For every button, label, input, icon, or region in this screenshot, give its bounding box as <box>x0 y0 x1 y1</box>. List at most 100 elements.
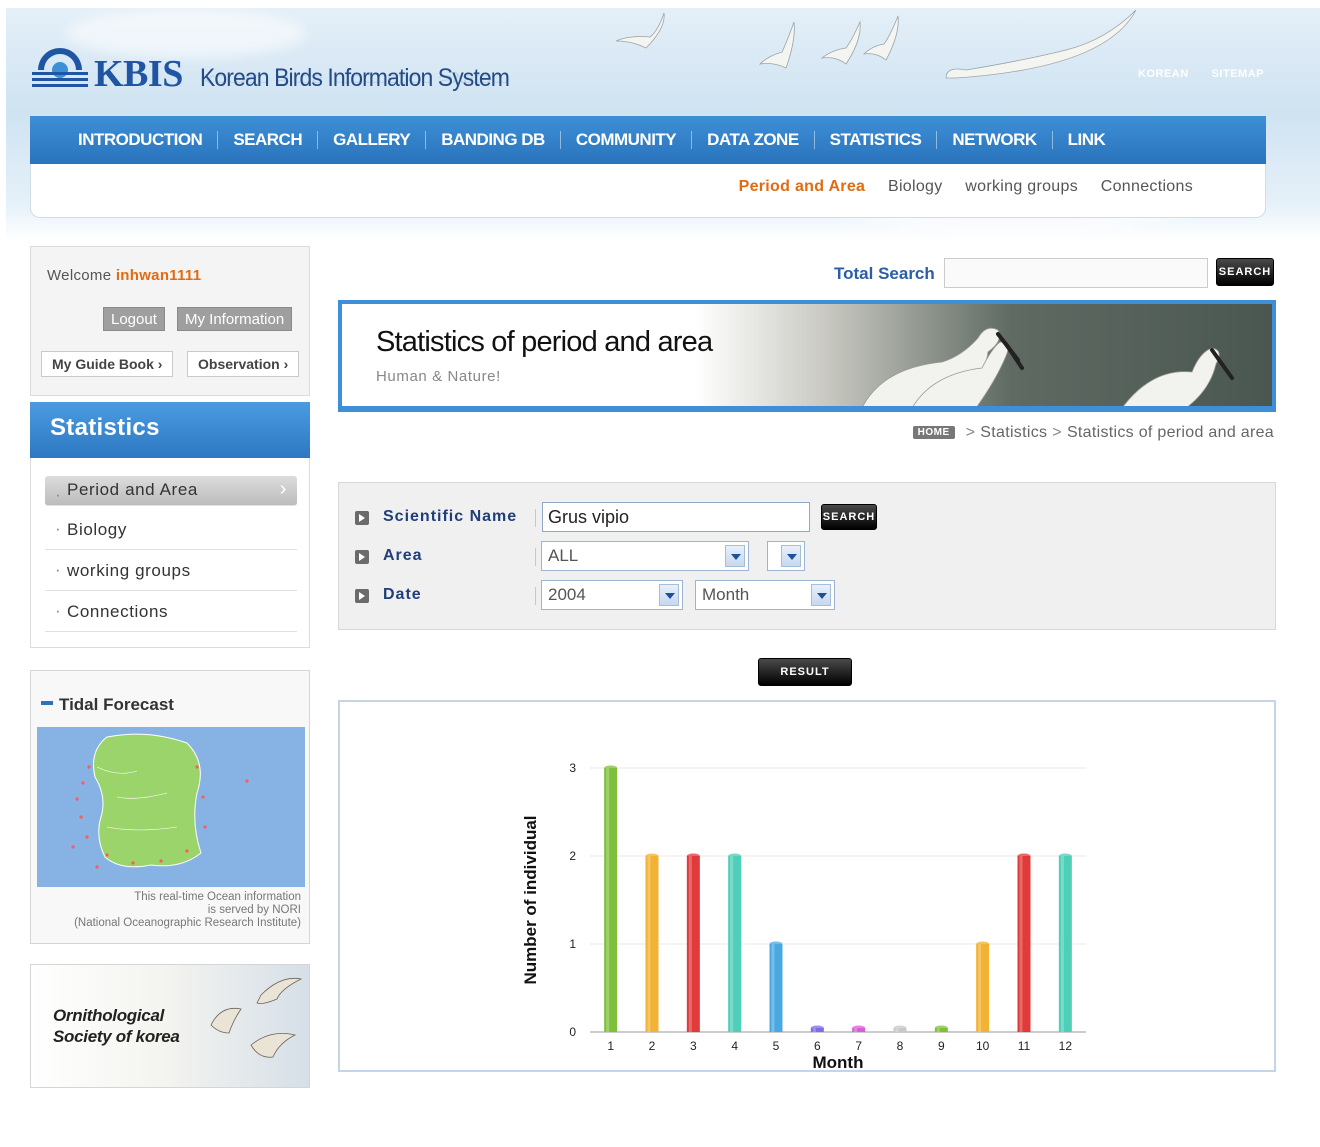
chart-bar-cap <box>893 1025 907 1031</box>
chart-bar-cap <box>1017 853 1031 859</box>
site-header: KBIS Korean Birds Information System Kor… <box>6 8 1320 240</box>
chart-bar-cap <box>976 941 990 947</box>
x-axis-title: Month <box>813 1053 864 1070</box>
subnav-connections[interactable]: Connections <box>1101 178 1193 195</box>
subnav-period-and-area[interactable]: Period and Area <box>739 178 866 195</box>
x-tick-label: 8 <box>897 1039 904 1053</box>
breadcrumb-home[interactable]: HOME <box>912 426 955 439</box>
crane-illustration <box>210 977 303 1058</box>
logo-title[interactable]: KBIS <box>94 52 183 96</box>
chart-bar <box>645 856 659 1032</box>
x-tick-label: 4 <box>731 1039 738 1053</box>
result-button[interactable]: RESULT <box>758 658 852 686</box>
korean-link[interactable]: KOREAN <box>1129 68 1189 80</box>
total-search-button[interactable]: SEARCH <box>1216 258 1274 286</box>
statistics-bar-chart: 01231 2 3 4 5 6 7 8 9 10 11 12MonthNumber of indivi… <box>521 761 1086 1070</box>
period-select[interactable]: Month <box>695 580 835 610</box>
area-select[interactable]: ALL <box>541 541 749 571</box>
chevron-down-icon[interactable] <box>811 584 831 606</box>
chevron-down-icon[interactable] <box>725 545 745 567</box>
chart-bar-highlight <box>812 1028 816 1032</box>
sidebar-item-biology[interactable]: Biology <box>45 510 297 550</box>
area-sub-select[interactable] <box>767 541 805 571</box>
sub-navigation: Period and Area Biology working groups C… <box>30 164 1266 218</box>
bullet-icon <box>355 589 369 603</box>
chart-bar-highlight <box>1060 856 1064 1032</box>
x-tick-label: 3 <box>690 1039 697 1053</box>
scientific-name-search-button[interactable]: SEARCH <box>821 504 877 530</box>
chart-bar-cap <box>852 1025 866 1031</box>
korea-map-image[interactable] <box>37 727 305 887</box>
nav-search[interactable]: SEARCH <box>218 131 319 149</box>
logout-button[interactable]: Logout <box>103 307 165 331</box>
nav-community[interactable]: COMMUNITY <box>561 131 693 149</box>
chevron-down-icon[interactable] <box>781 545 801 567</box>
divider <box>535 548 536 566</box>
sidebar-item-period-and-area[interactable]: Period and Area <box>45 476 297 506</box>
sitemap-link[interactable]: SITEMAP <box>1202 68 1264 80</box>
my-guide-book-button[interactable]: My Guide Book <box>41 351 174 377</box>
chart-bar <box>604 768 618 1032</box>
bullet-icon <box>355 511 369 525</box>
sidebar-item-working-groups[interactable]: working groups <box>45 551 297 591</box>
x-tick-label: 11 <box>1018 1039 1031 1053</box>
subnav-biology[interactable]: Biology <box>888 178 943 195</box>
chart-bar <box>1058 856 1072 1032</box>
tidal-note-line: This real-time Ocean information <box>134 891 301 903</box>
chart-bar-highlight <box>978 944 982 1032</box>
nav-link[interactable]: LINK <box>1053 131 1121 149</box>
period-select-value: Month <box>702 585 750 604</box>
ornithological-society-banner[interactable]: Ornithological Society of korea <box>30 964 310 1088</box>
chart-bar-highlight <box>647 856 651 1032</box>
spoonbill-illustration <box>862 327 1234 406</box>
y-tick-label: 3 <box>569 761 576 775</box>
observation-button[interactable]: Observation <box>187 351 300 377</box>
nav-network[interactable]: NETWORK <box>937 131 1053 149</box>
tidal-note-line: (National Oceanographic Research Institu… <box>74 917 301 929</box>
tidal-forecast-widget[interactable]: Tidal Forecast This real-time Ocean info… <box>30 670 310 944</box>
page-subtitle: Human & Nature! <box>376 368 501 385</box>
nav-data-zone[interactable]: DATA ZONE <box>692 131 815 149</box>
chart-bar-highlight <box>936 1028 940 1032</box>
nav-introduction[interactable]: INTRODUCTION <box>78 131 219 149</box>
utility-links: KOREAN SITEMAP <box>1119 68 1264 80</box>
tidal-note-line: is served by NORI <box>207 904 301 916</box>
orni-line: Ornithological <box>53 1006 165 1025</box>
ornithological-society-text: Ornithological Society of korea <box>53 1005 180 1047</box>
sidebar-item-connections[interactable]: Connections <box>45 592 297 632</box>
total-search-label: Total Search <box>834 264 935 283</box>
subnav-working-groups[interactable]: working groups <box>965 178 1078 195</box>
chevron-down-icon[interactable] <box>659 584 679 606</box>
y-tick-label: 1 <box>569 937 576 951</box>
total-search-input[interactable] <box>944 258 1208 288</box>
chart-bar-cap <box>810 1025 824 1031</box>
welcome-text: Welcome inhwan1111 <box>47 267 201 284</box>
nav-gallery[interactable]: GALLERY <box>318 131 427 149</box>
tidal-title-marker <box>41 701 53 705</box>
x-tick-label: 2 <box>649 1039 656 1053</box>
y-axis-title: Number of individual <box>521 815 540 984</box>
nav-banding-db[interactable]: BANDING DB <box>426 131 561 149</box>
login-box: Welcome inhwan1111 Logout My Information… <box>30 246 310 396</box>
x-tick-label: 9 <box>938 1039 945 1053</box>
chart-bar-highlight <box>854 1028 858 1032</box>
year-select-value: 2004 <box>548 585 586 604</box>
kbis-logo-icon <box>32 48 88 87</box>
chart-bar <box>769 944 783 1032</box>
sidebar-title: Statistics <box>30 402 310 458</box>
chart-bar <box>686 856 700 1032</box>
scientific-name-input[interactable] <box>542 502 810 532</box>
nav-statistics[interactable]: STATISTICS <box>815 131 938 149</box>
welcome-label: Welcome <box>47 267 112 284</box>
my-information-button[interactable]: My Information <box>177 307 293 331</box>
x-tick-label: 10 <box>976 1039 990 1053</box>
area-select-value: ALL <box>548 546 579 565</box>
orni-line: Society of korea <box>53 1027 180 1046</box>
x-tick-label: 7 <box>855 1039 862 1053</box>
chart-bar-cap <box>645 853 659 859</box>
breadcrumb-item[interactable]: Statistics <box>980 424 1047 441</box>
chart-bar-highlight <box>688 856 692 1032</box>
year-select[interactable]: 2004 <box>541 580 683 610</box>
chart-bar-highlight <box>1019 856 1023 1032</box>
main-navigation: INTRODUCTION SEARCH GALLERY BANDING DB C… <box>30 116 1266 164</box>
